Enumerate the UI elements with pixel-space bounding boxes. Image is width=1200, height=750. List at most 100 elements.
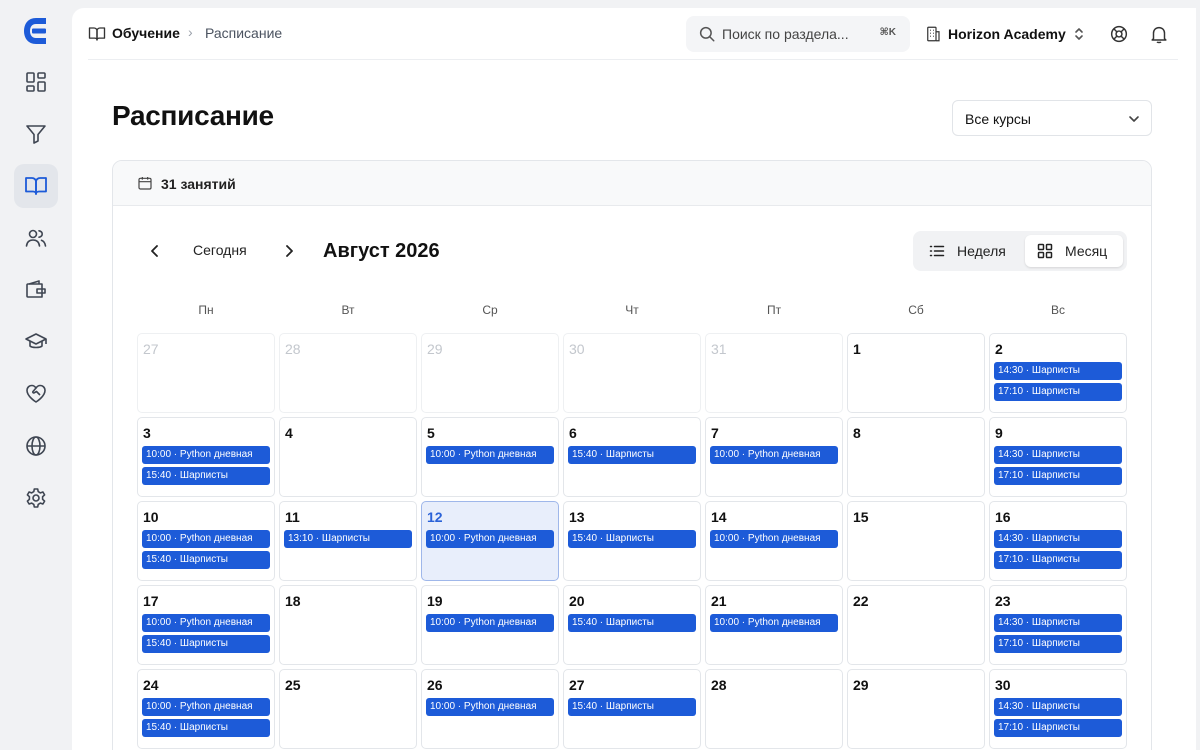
lesson-event[interactable]: 15:40 · Шарписты <box>568 698 696 716</box>
weekday-label: Чт <box>625 303 639 317</box>
lesson-event[interactable]: 10:00 · Python дневная <box>426 530 554 548</box>
lesson-event[interactable]: 14:30 · Шарписты <box>994 362 1122 380</box>
calendar-day[interactable]: 27 <box>137 333 275 413</box>
sidebar-item-web[interactable] <box>14 424 58 468</box>
lesson-event[interactable]: 15:40 · Шарписты <box>568 614 696 632</box>
calendar-day[interactable]: 30 <box>563 333 701 413</box>
lesson-event[interactable]: 10:00 · Python дневная <box>142 530 270 548</box>
day-number: 5 <box>427 425 435 441</box>
lesson-event[interactable]: 10:00 · Python дневная <box>142 614 270 632</box>
lesson-event[interactable]: 10:00 · Python дневная <box>710 446 838 464</box>
lesson-event[interactable]: 15:40 · Шарписты <box>142 467 270 485</box>
calendar-day[interactable]: 28 <box>705 669 843 749</box>
calendar-day[interactable]: 24 10:00 · Python дневная 15:40 · Шарписты <box>137 669 275 749</box>
calendar-day[interactable]: 27 15:40 · Шарписты <box>563 669 701 749</box>
calendar-day[interactable]: 14 10:00 · Python дневная <box>705 501 843 581</box>
sidebar-item-learning[interactable] <box>14 164 58 208</box>
lesson-event[interactable]: 15:40 · Шарписты <box>568 530 696 548</box>
lesson-event[interactable]: 10:00 · Python дневная <box>426 614 554 632</box>
organization-switcher[interactable]: Horizon Academy <box>924 16 1092 52</box>
lesson-event[interactable]: 14:30 · Шарписты <box>994 530 1122 548</box>
course-filter-select[interactable]: Все курсы <box>952 100 1152 136</box>
calendar-day[interactable]: 29 <box>421 333 559 413</box>
lesson-event[interactable]: 10:00 · Python дневная <box>710 614 838 632</box>
day-number: 7 <box>711 425 719 441</box>
calendar-day[interactable]: 13 15:40 · Шарписты <box>563 501 701 581</box>
calendar-day[interactable]: 26 10:00 · Python дневная <box>421 669 559 749</box>
sidebar-item-dashboard[interactable] <box>14 60 58 104</box>
calendar-day[interactable]: 31 <box>705 333 843 413</box>
search-input[interactable]: Поиск по раздела... ⌘K <box>686 16 910 52</box>
view-week-button[interactable]: Неделя <box>917 235 1017 267</box>
calendar-day[interactable]: 17 10:00 · Python дневная 15:40 · Шарписты <box>137 585 275 665</box>
calendar-day[interactable]: 28 <box>279 333 417 413</box>
weekday-label: Ср <box>482 303 498 317</box>
calendar-day[interactable]: 21 10:00 · Python дневная <box>705 585 843 665</box>
lesson-event[interactable]: 15:40 · Шарписты <box>142 551 270 569</box>
page-title: Расписание <box>112 100 274 131</box>
chevron-right-icon[interactable] <box>279 241 299 261</box>
calendar-day[interactable]: 25 <box>279 669 417 749</box>
lesson-event[interactable]: 14:30 · Шарписты <box>994 446 1122 464</box>
sidebar-item-finance[interactable] <box>14 268 58 312</box>
building-icon <box>927 26 940 42</box>
day-number: 27 <box>569 677 585 693</box>
calendar-day[interactable]: 9 14:30 · Шарписты 17:10 · Шарписты <box>989 417 1127 497</box>
sidebar-item-users[interactable] <box>14 216 58 260</box>
day-number: 29 <box>427 341 443 357</box>
lesson-event[interactable]: 15:40 · Шарписты <box>568 446 696 464</box>
calendar-day[interactable]: 11 13:10 · Шарписты <box>279 501 417 581</box>
lesson-event[interactable]: 15:40 · Шарписты <box>142 719 270 737</box>
calendar-grid: 27 28 29 30 31 1 2 14:30 · Шарписты 17:10 · Шарп… <box>137 333 1131 750</box>
sidebar-item-courses[interactable] <box>14 320 58 364</box>
breadcrumb-root-link[interactable]: Обучение <box>112 25 180 41</box>
calendar-day[interactable]: 6 15:40 · Шарписты <box>563 417 701 497</box>
weekday-header: Пн Вт Ср Чт Пт Сб Вс <box>137 303 1131 323</box>
lesson-event[interactable]: 10:00 · Python дневная <box>142 446 270 464</box>
lesson-event[interactable]: 17:10 · Шарписты <box>994 551 1122 569</box>
calendar-day[interactable]: 10 10:00 · Python дневная 15:40 · Шарписты <box>137 501 275 581</box>
lesson-event[interactable]: 14:30 · Шарписты <box>994 698 1122 716</box>
day-number: 15 <box>853 509 869 525</box>
calendar-day[interactable]: 8 <box>847 417 985 497</box>
chevron-left-icon[interactable] <box>145 241 165 261</box>
day-number: 30 <box>995 677 1011 693</box>
calendar-day[interactable]: 2 14:30 · Шарписты 17:10 · Шарписты <box>989 333 1127 413</box>
lesson-event[interactable]: 13:10 · Шарписты <box>284 530 412 548</box>
calendar-day[interactable]: 30 14:30 · Шарписты 17:10 · Шарписты <box>989 669 1127 749</box>
day-number: 21 <box>711 593 727 609</box>
calendar-day[interactable]: 23 14:30 · Шарписты 17:10 · Шарписты <box>989 585 1127 665</box>
sidebar-item-funnel[interactable] <box>14 112 58 156</box>
lesson-event[interactable]: 17:10 · Шарписты <box>994 635 1122 653</box>
calendar-day[interactable]: 19 10:00 · Python дневная <box>421 585 559 665</box>
calendar-day[interactable]: 29 <box>847 669 985 749</box>
calendar-day[interactable]: 7 10:00 · Python дневная <box>705 417 843 497</box>
bell-icon[interactable] <box>1148 23 1170 45</box>
calendar-day[interactable]: 1 <box>847 333 985 413</box>
calendar-day[interactable]: 4 <box>279 417 417 497</box>
calendar-day[interactable]: 18 <box>279 585 417 665</box>
lesson-event[interactable]: 10:00 · Python дневная <box>710 530 838 548</box>
lesson-event[interactable]: 17:10 · Шарписты <box>994 719 1122 737</box>
main-panel: Обучение › Расписание Поиск по раздела..… <box>72 8 1196 750</box>
calendar-day[interactable]: 5 10:00 · Python дневная <box>421 417 559 497</box>
calendar-day[interactable]: 16 14:30 · Шарписты 17:10 · Шарписты <box>989 501 1127 581</box>
calendar-day[interactable]: 3 10:00 · Python дневная 15:40 · Шарписты <box>137 417 275 497</box>
lesson-event[interactable]: 15:40 · Шарписты <box>142 635 270 653</box>
lesson-event[interactable]: 10:00 · Python дневная <box>426 446 554 464</box>
today-button[interactable]: Сегодня <box>193 242 247 258</box>
calendar-day-today[interactable]: 12 10:00 · Python дневная <box>421 501 559 581</box>
calendar-day[interactable]: 20 15:40 · Шарписты <box>563 585 701 665</box>
lesson-event[interactable]: 10:00 · Python дневная <box>142 698 270 716</box>
lesson-event[interactable]: 17:10 · Шарписты <box>994 467 1122 485</box>
lesson-event[interactable]: 17:10 · Шарписты <box>994 383 1122 401</box>
view-month-button[interactable]: Месяц <box>1025 235 1123 267</box>
lesson-event[interactable]: 14:30 · Шарписты <box>994 614 1122 632</box>
app-logo-icon[interactable] <box>22 16 50 46</box>
help-icon[interactable] <box>1108 23 1130 45</box>
calendar-day[interactable]: 15 <box>847 501 985 581</box>
sidebar-item-settings[interactable] <box>14 476 58 520</box>
calendar-day[interactable]: 22 <box>847 585 985 665</box>
sidebar-item-partners[interactable] <box>14 372 58 416</box>
lesson-event[interactable]: 10:00 · Python дневная <box>426 698 554 716</box>
